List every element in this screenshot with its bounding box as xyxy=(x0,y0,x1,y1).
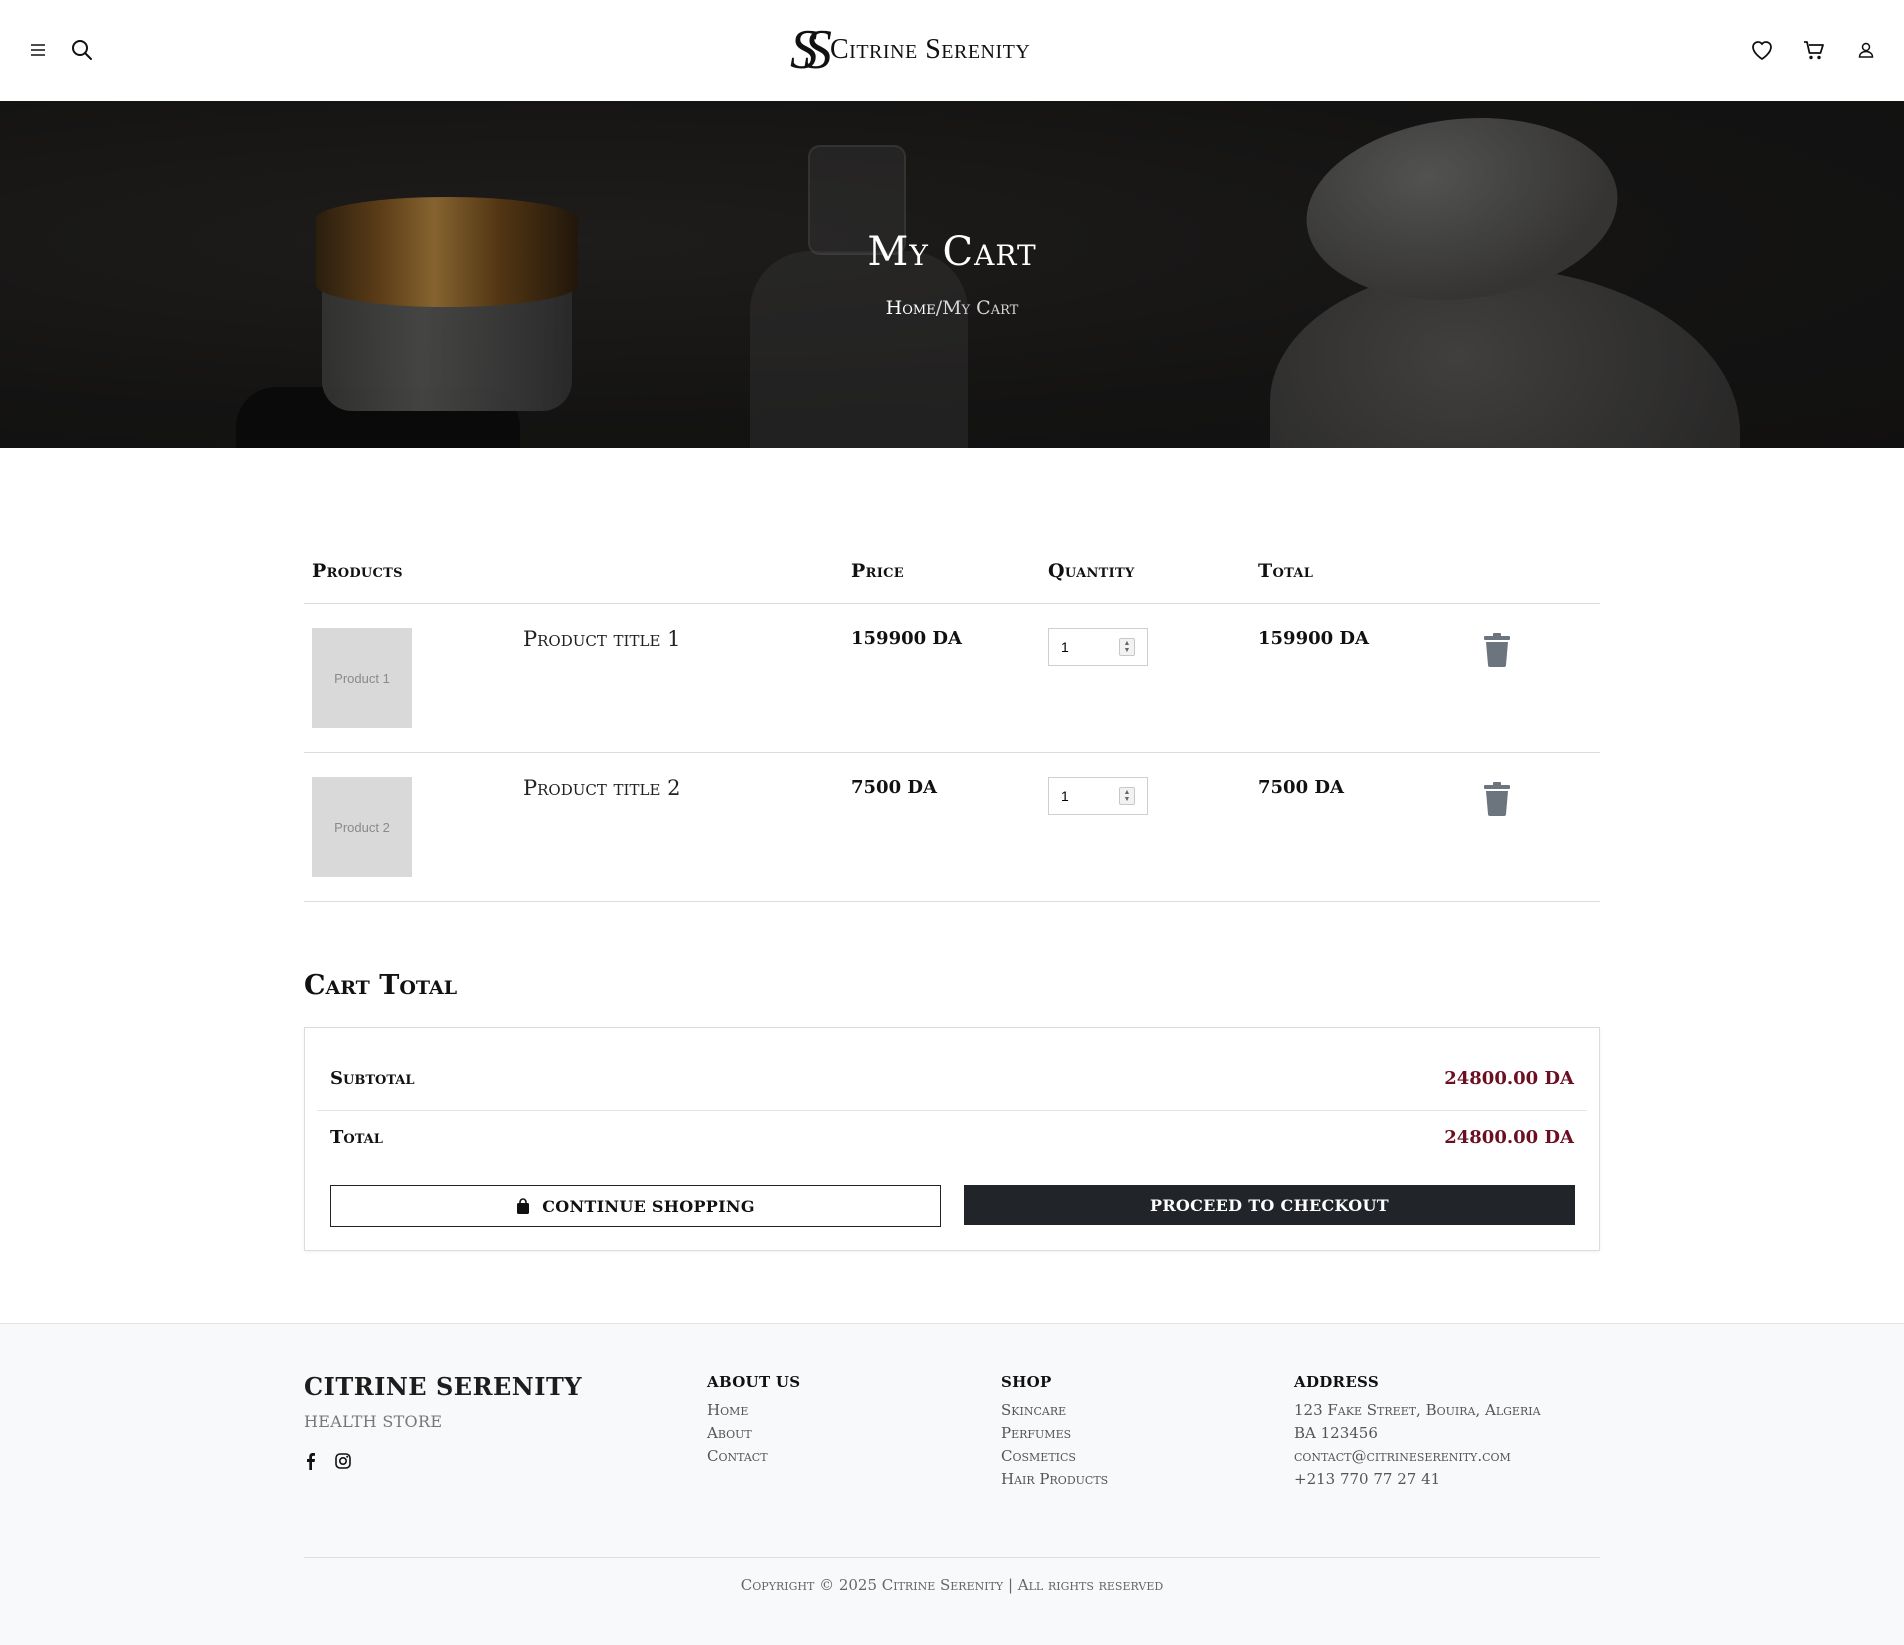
site-footer: CITRINE SERENITY HEALTH STORE ABOUT US H… xyxy=(0,1323,1904,1645)
footer-divider xyxy=(304,1557,1600,1558)
continue-shopping-button[interactable]: CONTINUE SHOPPING xyxy=(330,1185,941,1227)
quantity-stepper[interactable]: ▲▼ xyxy=(1048,628,1148,666)
quantity-spinner[interactable]: ▲ ▼ xyxy=(1119,787,1135,805)
line-total: 7500 DA xyxy=(1258,777,1344,798)
table-header-divider xyxy=(304,603,1600,604)
footer-tagline: HEALTH STORE xyxy=(304,1412,443,1431)
footer-address-email[interactable]: contact@citrineserenity.com xyxy=(1294,1445,1541,1468)
menu-icon[interactable] xyxy=(24,36,52,64)
footer-link-skincare[interactable]: Skincare xyxy=(1001,1399,1108,1422)
footer-link-home[interactable]: Home xyxy=(707,1399,800,1422)
column-header-price: Price xyxy=(851,560,904,582)
proceed-to-checkout-button[interactable]: PROCEED TO CHECKOUT xyxy=(964,1185,1575,1225)
copyright-text: Copyright © 2025 Citrine Serenity | All … xyxy=(740,1576,1164,1594)
user-icon[interactable] xyxy=(1852,36,1880,64)
subtotal-label: Subtotal xyxy=(330,1068,415,1089)
product-price: 7500 DA xyxy=(851,777,937,798)
product-title[interactable]: Product title 1 xyxy=(523,627,680,651)
brand-name: Citrine Serenity xyxy=(830,34,1031,65)
column-header-products: Products xyxy=(312,560,403,582)
quantity-spinner[interactable]: ▲ ▼ xyxy=(1119,638,1135,656)
footer-about-heading: ABOUT US xyxy=(707,1373,801,1391)
shopping-bag-icon xyxy=(516,1198,530,1214)
continue-shopping-label: CONTINUE SHOPPING xyxy=(542,1196,755,1216)
product-price: 159900 DA xyxy=(851,628,962,649)
column-header-quantity: Quantity xyxy=(1048,560,1135,582)
cart-total-panel: Subtotal 24800.00 DA Total 24800.00 DA C… xyxy=(304,1027,1600,1251)
product-title[interactable]: Product title 2 xyxy=(523,776,680,800)
footer-link-hair-products[interactable]: Hair Products xyxy=(1001,1468,1108,1491)
breadcrumb: Home/My Cart xyxy=(0,297,1904,319)
quantity-input[interactable] xyxy=(1061,639,1111,655)
footer-address-postal: BA 123456 xyxy=(1294,1424,1378,1442)
product-image[interactable]: Product 2 xyxy=(312,777,412,877)
footer-address-phone[interactable]: +213 770 77 27 41 xyxy=(1294,1468,1541,1491)
total-value: 24800.00 DA xyxy=(1444,1127,1574,1148)
cart-icon[interactable] xyxy=(1800,36,1828,64)
cart-total-divider xyxy=(317,1110,1587,1111)
footer-address-heading: ADDRESS xyxy=(1294,1373,1379,1391)
facebook-icon[interactable] xyxy=(302,1452,320,1470)
breadcrumb-home-link[interactable]: Home xyxy=(886,297,936,319)
row-divider xyxy=(304,901,1600,902)
site-header: SS Citrine Serenity xyxy=(0,0,1904,101)
quantity-input[interactable] xyxy=(1061,788,1111,804)
breadcrumb-current: My Cart xyxy=(942,297,1019,319)
footer-link-contact[interactable]: Contact xyxy=(707,1445,800,1468)
instagram-icon[interactable] xyxy=(334,1452,352,1470)
footer-about-column: ABOUT US Home About Contact xyxy=(707,1373,800,1468)
line-total: 159900 DA xyxy=(1258,628,1369,649)
subtotal-value: 24800.00 DA xyxy=(1444,1068,1574,1089)
brand-mark: SS xyxy=(790,19,832,81)
cart-total-heading: Cart Total xyxy=(304,970,458,1001)
page-title: My Cart xyxy=(867,229,1037,275)
footer-shop-column: SHOP Skincare Perfumes Cosmetics Hair Pr… xyxy=(1001,1373,1108,1491)
footer-link-perfumes[interactable]: Perfumes xyxy=(1001,1422,1108,1445)
column-header-total: Total xyxy=(1258,560,1314,582)
brand-logo[interactable]: SS Citrine Serenity xyxy=(790,22,1030,78)
footer-address-street: 123 Fake Street, Bouira, Algeria xyxy=(1294,1401,1541,1419)
row-divider xyxy=(304,752,1600,753)
page-hero-banner: My Cart Home/My Cart xyxy=(0,101,1904,448)
footer-brand: CITRINE SERENITY xyxy=(304,1372,582,1401)
footer-link-about[interactable]: About xyxy=(707,1422,800,1445)
trash-icon[interactable] xyxy=(1482,633,1512,667)
footer-link-cosmetics[interactable]: Cosmetics xyxy=(1001,1445,1108,1468)
footer-shop-heading: SHOP xyxy=(1001,1373,1052,1391)
quantity-stepper[interactable]: ▲▼ xyxy=(1048,777,1148,815)
product-image[interactable]: Product 1 xyxy=(312,628,412,728)
heart-icon[interactable] xyxy=(1748,36,1776,64)
total-label: Total xyxy=(330,1127,383,1148)
search-icon[interactable] xyxy=(68,36,96,64)
trash-icon[interactable] xyxy=(1482,782,1512,816)
footer-address-column: ADDRESS 123 Fake Street, Bouira, Algeria… xyxy=(1294,1373,1541,1491)
